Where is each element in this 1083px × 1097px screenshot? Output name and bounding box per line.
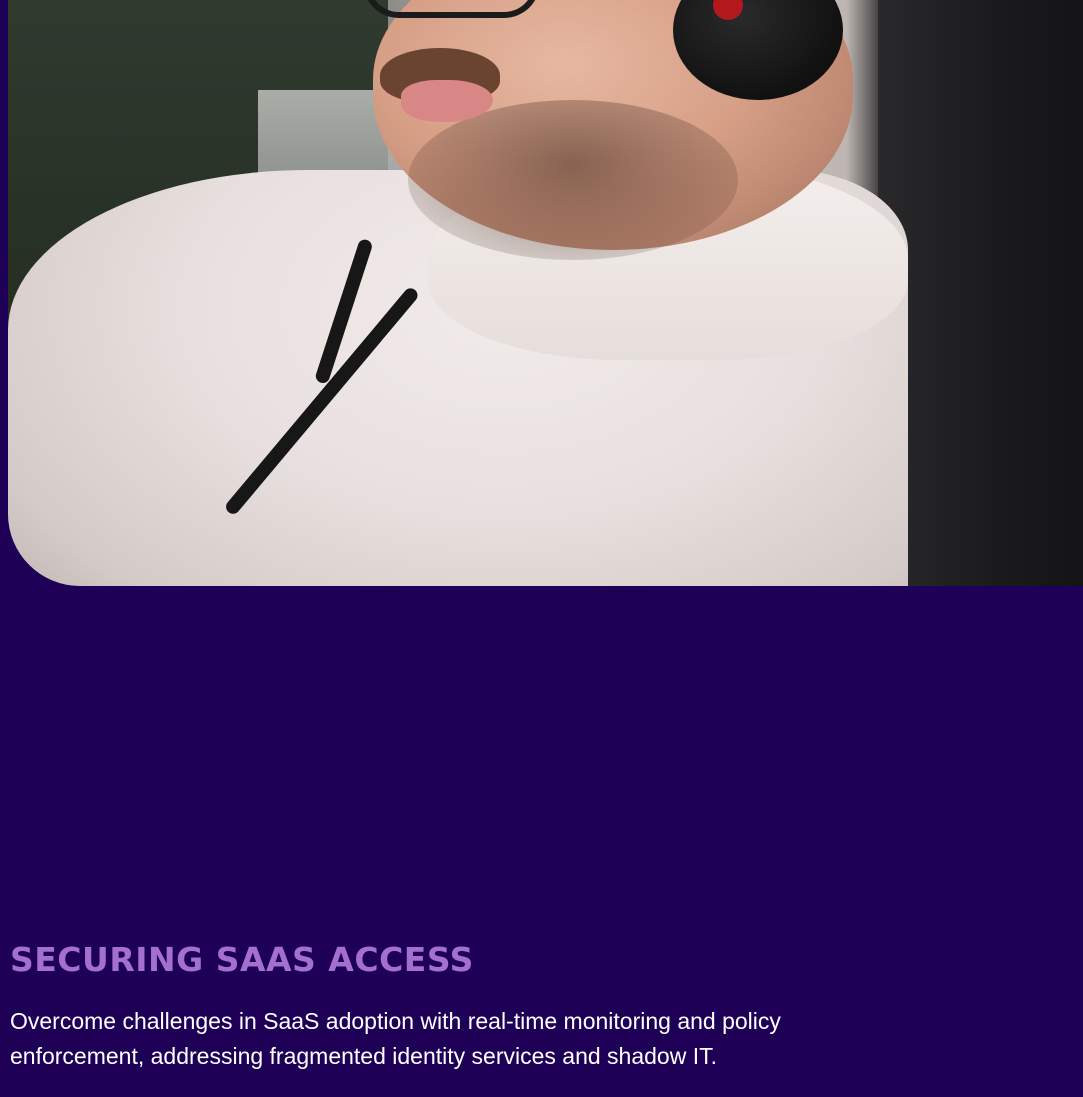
section-description: Overcome challenges in SaaS adoption wit… [10, 1008, 781, 1069]
hero-image [8, 0, 1083, 586]
beard [408, 100, 738, 260]
monitor-edge [878, 0, 1083, 586]
section-title: SECURING SAAS ACCESS [10, 940, 474, 979]
glasses [363, 0, 540, 18]
